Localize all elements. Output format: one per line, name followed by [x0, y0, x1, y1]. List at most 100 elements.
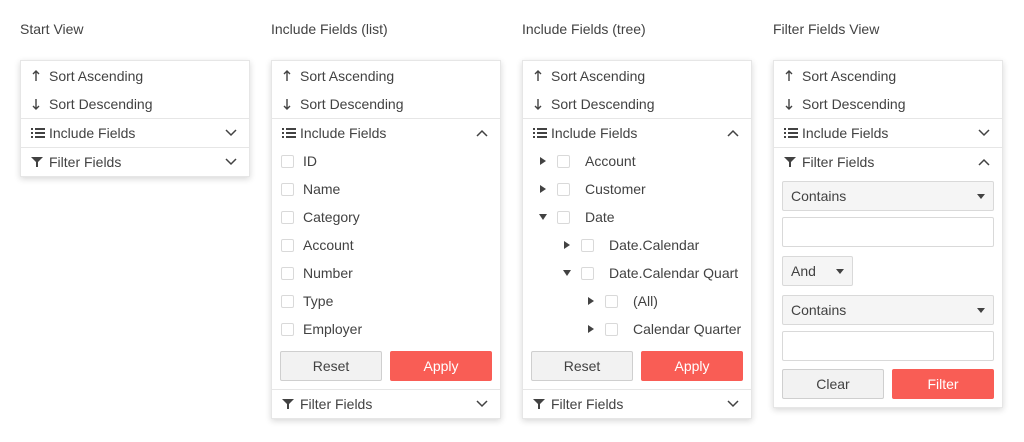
caret-right-icon[interactable] — [581, 297, 601, 305]
include-fields-label: Include Fields — [802, 125, 889, 141]
arrow-down-icon — [282, 98, 300, 110]
sort-ascending-item[interactable]: Sort Ascending — [21, 62, 249, 90]
arrow-down-icon — [533, 98, 551, 110]
list-item[interactable]: Category — [272, 203, 500, 231]
sort-descending-item[interactable]: Sort Descending — [523, 90, 751, 118]
chevron-up-icon[interactable] — [978, 156, 990, 168]
field-checkbox[interactable] — [281, 210, 294, 224]
sort-descending-label: Sort Descending — [551, 96, 655, 112]
include-actions: Reset Apply — [272, 343, 500, 389]
sort-descending-label: Sort Descending — [49, 96, 153, 112]
filter-fields-label: Filter Fields — [551, 396, 624, 412]
chevron-up-icon[interactable] — [727, 127, 739, 139]
caret-right-icon[interactable] — [581, 325, 601, 333]
arrow-up-icon — [533, 70, 551, 82]
column-menu-include-list: Sort Ascending Sort Descending Include F… — [271, 60, 501, 419]
arrow-down-icon — [784, 98, 802, 110]
include-fields-header[interactable]: Include Fields — [774, 118, 1002, 147]
list-item[interactable]: ID — [272, 147, 500, 175]
sort-descending-item[interactable]: Sort Descending — [272, 90, 500, 118]
sort-ascending-item[interactable]: Sort Ascending — [774, 62, 1002, 90]
field-checkbox[interactable] — [581, 238, 594, 252]
funnel-icon — [282, 398, 300, 410]
caret-down-icon[interactable] — [533, 214, 553, 220]
clear-button[interactable]: Clear — [782, 369, 884, 399]
field-label: Category — [303, 209, 360, 225]
tree-item[interactable]: Date.Calendar Quart — [523, 259, 751, 287]
chevron-down-icon[interactable] — [978, 127, 990, 139]
arrow-up-icon — [784, 70, 802, 82]
list-item[interactable]: Employer — [272, 315, 500, 343]
filter-value-input-1[interactable] — [782, 217, 994, 247]
tree-item[interactable]: Date — [523, 203, 751, 231]
filter-fields-header[interactable]: Filter Fields — [21, 147, 249, 176]
field-checkbox[interactable] — [281, 238, 294, 252]
filter-fields-header[interactable]: Filter Fields — [774, 147, 1002, 176]
include-fields-tree: Account Customer Date Date.Calendar Date… — [523, 147, 751, 343]
list-icon — [533, 127, 551, 139]
tree-item[interactable]: Account — [523, 147, 751, 175]
sort-ascending-label: Sort Ascending — [551, 68, 646, 84]
view-title-include-list: Include Fields (list) — [271, 21, 388, 37]
chevron-down-icon[interactable] — [476, 398, 488, 410]
apply-button[interactable]: Apply — [390, 351, 492, 381]
field-checkbox[interactable] — [281, 294, 294, 308]
funnel-icon — [31, 156, 49, 168]
sort-descending-item[interactable]: Sort Descending — [21, 90, 249, 118]
reset-button[interactable]: Reset — [531, 351, 633, 381]
filter-fields-header[interactable]: Filter Fields — [272, 389, 500, 418]
tree-item[interactable]: Date.Calendar — [523, 231, 751, 259]
field-checkbox[interactable] — [557, 210, 570, 224]
chevron-down-icon[interactable] — [225, 156, 237, 168]
operator-select-1[interactable]: Contains — [782, 181, 994, 211]
field-checkbox[interactable] — [605, 294, 618, 308]
logic-select[interactable]: And — [782, 256, 853, 286]
apply-button[interactable]: Apply — [641, 351, 743, 381]
list-item[interactable]: Account — [272, 231, 500, 259]
list-item[interactable]: Name — [272, 175, 500, 203]
caret-down-icon — [836, 268, 844, 274]
operator-select-2[interactable]: Contains — [782, 295, 994, 325]
field-checkbox[interactable] — [281, 154, 294, 168]
tree-item[interactable]: Calendar Quarter — [523, 315, 751, 343]
include-fields-header[interactable]: Include Fields — [523, 118, 751, 147]
filter-button[interactable]: Filter — [892, 369, 994, 399]
include-actions: Reset Apply — [523, 343, 751, 389]
filter-fields-header[interactable]: Filter Fields — [523, 389, 751, 418]
field-checkbox[interactable] — [281, 182, 294, 196]
caret-right-icon[interactable] — [533, 157, 553, 165]
chevron-down-icon[interactable] — [727, 398, 739, 410]
chevron-up-icon[interactable] — [476, 127, 488, 139]
caret-right-icon[interactable] — [557, 241, 577, 249]
field-checkbox[interactable] — [605, 322, 618, 336]
include-fields-header[interactable]: Include Fields — [21, 118, 249, 147]
view-title-include-tree: Include Fields (tree) — [522, 21, 646, 37]
reset-button[interactable]: Reset — [280, 351, 382, 381]
tree-item-label: (All) — [633, 293, 658, 309]
arrow-up-icon — [31, 70, 49, 82]
include-fields-header[interactable]: Include Fields — [272, 118, 500, 147]
sort-descending-item[interactable]: Sort Descending — [774, 90, 1002, 118]
field-checkbox[interactable] — [581, 266, 594, 280]
field-label: ID — [303, 153, 317, 169]
filter-actions: Clear Filter — [774, 361, 1002, 407]
caret-right-icon[interactable] — [533, 185, 553, 193]
chevron-down-icon[interactable] — [225, 127, 237, 139]
sort-ascending-item[interactable]: Sort Ascending — [272, 62, 500, 90]
filter-value-input-2[interactable] — [782, 331, 994, 361]
field-checkbox[interactable] — [557, 154, 570, 168]
list-item[interactable]: Type — [272, 287, 500, 315]
field-label: Account — [303, 237, 354, 253]
sort-ascending-item[interactable]: Sort Ascending — [523, 62, 751, 90]
tree-item[interactable]: (All) — [523, 287, 751, 315]
list-icon — [784, 127, 802, 139]
field-checkbox[interactable] — [281, 266, 294, 280]
include-fields-label: Include Fields — [300, 125, 387, 141]
field-checkbox[interactable] — [557, 182, 570, 196]
field-checkbox[interactable] — [281, 322, 294, 336]
caret-down-icon — [977, 307, 985, 313]
tree-item[interactable]: Customer — [523, 175, 751, 203]
caret-down-icon[interactable] — [557, 270, 577, 276]
list-item[interactable]: Number — [272, 259, 500, 287]
tree-item-label: Customer — [585, 181, 646, 197]
